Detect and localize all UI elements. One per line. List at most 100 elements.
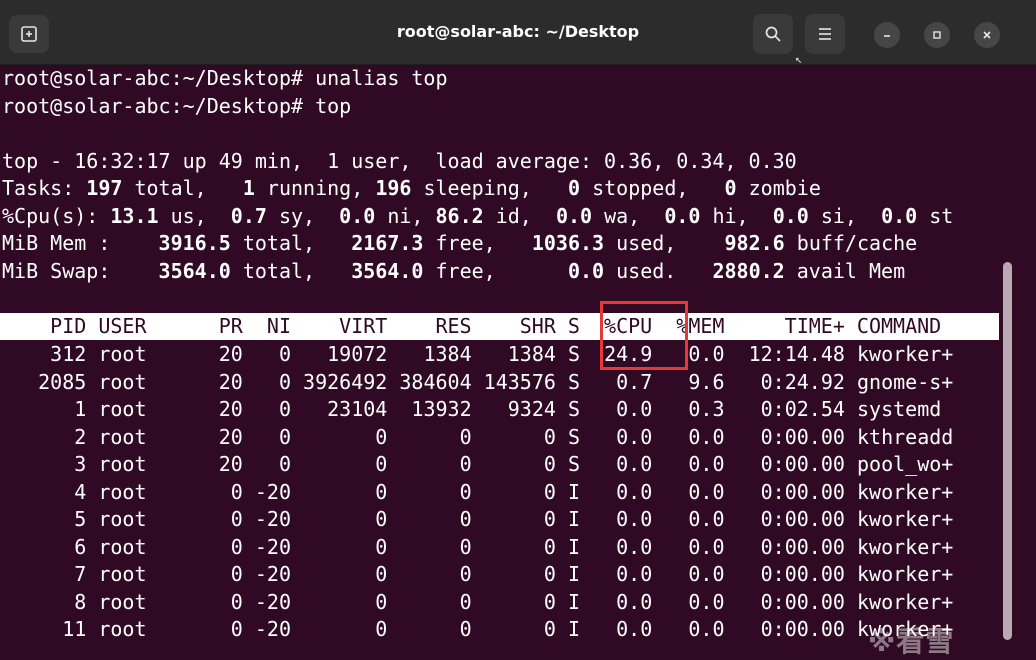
cell-shr: 0 xyxy=(471,534,568,559)
scrollbar[interactable] xyxy=(1003,262,1012,640)
search-icon xyxy=(765,26,781,42)
cell-res: 384604 xyxy=(387,369,472,394)
close-button[interactable] xyxy=(974,22,1000,48)
cell-cmd: pool_wo+ xyxy=(856,452,954,476)
minimize-icon xyxy=(884,35,890,37)
cell-s: S xyxy=(567,342,593,366)
cell-user: root xyxy=(98,589,171,614)
cell-cmd: kthreadd xyxy=(856,424,954,449)
cell-ni: -20 xyxy=(254,562,304,586)
cell-s: I xyxy=(567,617,593,641)
cell-res: 0 xyxy=(387,534,472,559)
cell-cmd: gnome-s+ xyxy=(856,369,954,394)
table-row: 5 root 0 -20 0 0 0 I 0.0 0.0 0:00.00 kwo… xyxy=(2,506,953,533)
cell-ni: -20 xyxy=(254,479,304,504)
cell-s: S xyxy=(567,424,593,449)
cell-cpu: 0.0 xyxy=(592,617,665,641)
cell-virt: 3926492 xyxy=(303,369,388,394)
cell-shr: 0 xyxy=(471,562,568,586)
cell-cmd: kworker+ xyxy=(856,589,954,614)
cell-virt: 0 xyxy=(303,424,388,449)
cell-pr: 0 xyxy=(170,617,255,641)
cell-mem: 0.0 xyxy=(664,424,737,449)
command-line: root@solar-abc:~/Desktop# top xyxy=(2,94,352,118)
cell-res: 0 xyxy=(387,589,472,614)
cell-shr: 0 xyxy=(471,617,568,641)
top-mem-line: MiB Mem : 3916.5 total, 2167.3 free, 103… xyxy=(2,231,918,255)
cell-s: I xyxy=(567,589,593,614)
cell-cpu: 0.0 xyxy=(592,534,665,559)
cell-time: 0:00.00 xyxy=(736,562,857,586)
cell-ni: 0 xyxy=(254,369,304,394)
cell-user: root xyxy=(98,534,171,559)
cell-virt: 0 xyxy=(303,562,388,586)
cell-shr: 143576 xyxy=(471,369,568,394)
cell-shr: 9324 xyxy=(471,397,568,421)
cell-ni: -20 xyxy=(254,507,304,531)
cell-virt: 0 xyxy=(303,617,388,641)
cell-mem: 0.0 xyxy=(664,562,737,586)
cell-pr: 20 xyxy=(170,424,255,449)
cell-time: 0:02.54 xyxy=(736,397,857,421)
cell-cmd: systemd xyxy=(856,397,942,421)
cell-res: 0 xyxy=(387,479,472,504)
cell-ni: -20 xyxy=(254,589,304,614)
cell-virt: 0 xyxy=(303,534,388,559)
cell-shr: 0 xyxy=(471,589,568,614)
cell-time: 0:00.00 xyxy=(736,452,857,476)
cell-shr: 0 xyxy=(471,452,568,476)
cell-time: 0:00.00 xyxy=(736,534,857,559)
cell-user: root xyxy=(98,452,171,476)
cell-cpu: 0.0 xyxy=(592,424,665,449)
cell-shr: 0 xyxy=(471,479,568,504)
top-tasks-line: Tasks: 197 total, 1 running, 196 sleepin… xyxy=(2,176,821,200)
minimize-button[interactable] xyxy=(874,22,900,48)
cell-mem: 0.0 xyxy=(664,534,737,559)
cell-user: root xyxy=(98,369,171,394)
cell-pr: 0 xyxy=(170,562,255,586)
cell-cmd: kworker+ xyxy=(856,562,954,586)
cell-pid: 1 xyxy=(2,397,99,421)
cell-s: I xyxy=(567,507,593,531)
terminal-area[interactable]: root@solar-abc:~/Desktop# unalias top ro… xyxy=(0,64,1036,658)
cell-cpu: 0.0 xyxy=(592,397,665,421)
cell-pid: 8 xyxy=(2,589,99,614)
cell-mem: 0.0 xyxy=(664,617,737,641)
cell-pr: 0 xyxy=(170,589,255,614)
table-row: 3 root 20 0 0 0 0 S 0.0 0.0 0:00.00 pool… xyxy=(2,451,953,478)
cell-virt: 19072 xyxy=(303,342,388,366)
cell-pr: 20 xyxy=(170,397,255,421)
cell-ni: -20 xyxy=(254,534,304,559)
maximize-button[interactable] xyxy=(924,22,950,48)
cell-cpu: 0.0 xyxy=(592,507,665,531)
cell-mem: 0.0 xyxy=(664,507,737,531)
cell-s: I xyxy=(567,562,593,586)
cell-s: S xyxy=(567,369,593,394)
cell-ni: 0 xyxy=(254,342,304,366)
cell-time: 12:14.48 xyxy=(736,342,857,366)
cpu-column-highlight-box xyxy=(600,301,688,370)
cell-time: 0:00.00 xyxy=(736,507,857,531)
cell-cpu: 0.0 xyxy=(592,562,665,586)
cell-user: root xyxy=(98,342,171,366)
cell-virt: 0 xyxy=(303,479,388,504)
cell-virt: 0 xyxy=(303,452,388,476)
cell-cpu: 0.7 xyxy=(592,369,665,394)
cell-pid: 11 xyxy=(2,617,99,641)
cell-res: 1384 xyxy=(387,342,472,366)
menu-button[interactable] xyxy=(805,14,845,54)
cell-user: root xyxy=(98,424,171,449)
cell-shr: 0 xyxy=(471,507,568,531)
table-row: 1 root 20 0 23104 13932 9324 S 0.0 0.3 0… xyxy=(2,396,941,423)
top-cpu-line: %Cpu(s): 13.1 us, 0.7 sy, 0.0 ni, 86.2 i… xyxy=(2,204,954,228)
cell-ni: 0 xyxy=(254,452,304,476)
top-swap-line: MiB Swap: 3564.0 total, 3564.0 free, 0.0… xyxy=(2,259,906,283)
search-button[interactable] xyxy=(753,14,793,54)
cell-time: 0:24.92 xyxy=(736,369,857,394)
cell-res: 0 xyxy=(387,452,472,476)
cell-mem: 0.0 xyxy=(664,589,737,614)
cell-shr: 0 xyxy=(471,424,568,449)
cell-cpu: 0.0 xyxy=(592,589,665,614)
cell-cpu: 0.0 xyxy=(592,452,665,476)
table-row: 6 root 0 -20 0 0 0 I 0.0 0.0 0:00.00 kwo… xyxy=(2,534,953,561)
